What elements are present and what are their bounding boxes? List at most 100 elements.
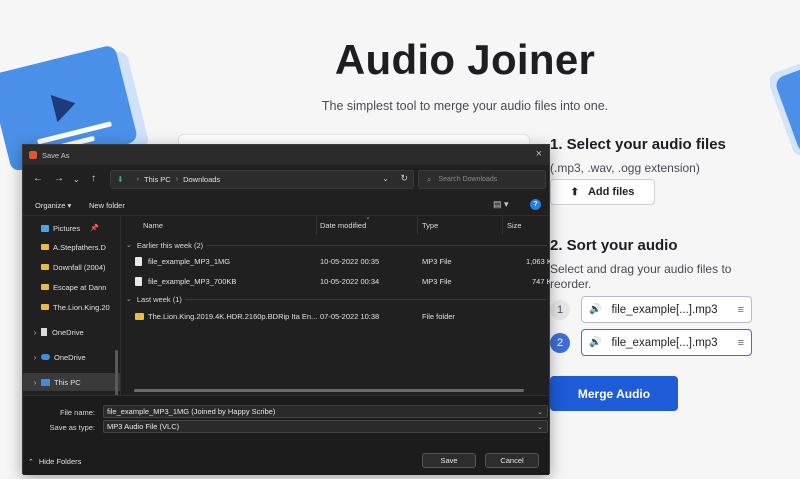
drag-handle-icon[interactable]: ≡ [738, 304, 744, 316]
file-name: The.Lion.King.2019.4K.HDR.2160p.BDRip It… [148, 312, 318, 321]
recent-chevron-icon[interactable]: ⌄ [73, 175, 80, 184]
chevron-right-icon[interactable]: › [29, 328, 41, 337]
upload-icon: ⬆ [570, 186, 579, 198]
file-list: Name ⌄ Date modified Type Size ⌄ Earlier… [122, 216, 551, 395]
sidebar-scrollbar[interactable] [115, 350, 118, 395]
file-name-field[interactable]: file_example_MP3_1MG (Joined by Happy Sc… [103, 405, 548, 418]
forward-arrow-icon[interactable]: → [54, 173, 64, 184]
chevron-up-icon: ⌃ [28, 458, 34, 466]
group-header[interactable]: ⌄ Earlier this week (2) [126, 238, 203, 252]
sidebar-item-label: The.Lion.King.20 [53, 302, 110, 312]
sidebar-item-label: Pictures [53, 223, 81, 233]
breadcrumb-downloads[interactable]: Downloads [183, 175, 220, 184]
folder-icon [41, 284, 49, 290]
breadcrumb-this-pc[interactable]: This PC [144, 175, 171, 184]
save-button[interactable]: Save [422, 453, 476, 468]
sidebar-item-folder[interactable]: Escape at Dann [23, 278, 120, 296]
column-header-name[interactable]: Name [143, 216, 163, 235]
cloud-icon [41, 354, 50, 360]
sidebar-item-label: Downfall (2004) [53, 262, 106, 272]
help-icon[interactable]: ? [530, 199, 541, 210]
picture-icon [41, 224, 49, 232]
cancel-button[interactable]: Cancel [485, 453, 539, 468]
view-options-icon[interactable]: ▤ ▾ [493, 199, 509, 210]
save-type-value: MP3 Audio File (VLC) [107, 422, 180, 431]
dialog-footer: File name: file_example_MP3_1MG (Joined … [23, 395, 549, 475]
close-icon[interactable]: × [536, 148, 542, 160]
order-badge: 2 [550, 332, 570, 353]
drag-handle-icon[interactable]: ≡ [738, 337, 744, 349]
sidebar-item-onedrive[interactable]: › OneDrive [23, 323, 120, 341]
audio-file-chip[interactable]: 🔊 file_example[...].mp3 ≡ [581, 329, 752, 356]
file-date: 07-05-2022 10:38 [320, 312, 380, 321]
organize-button[interactable]: Organize ▾ [35, 201, 71, 210]
up-arrow-icon[interactable]: ↑ [91, 173, 96, 184]
navigation-pane: Pictures 📌 A.Stepfathers.D Downfall (200… [23, 216, 121, 395]
dialog-toolbar: Organize ▾ New folder ▤ ▾ ? [23, 196, 549, 216]
order-badge: 1 [550, 299, 570, 320]
browser-icon [29, 151, 37, 159]
audio-file-name: file_example[...].mp3 [611, 303, 718, 316]
sidebar-item-label: OneDrive [54, 352, 86, 362]
save-type-select[interactable]: MP3 Audio File (VLC) ⌄ [103, 420, 548, 433]
file-row[interactable]: file_example_MP3_1MG 10-05-2022 00:35 MP… [122, 253, 551, 271]
dialog-title: Save As [42, 150, 70, 160]
sort-item[interactable]: 1 🔊 file_example[...].mp3 ≡ [550, 296, 752, 323]
group-label: Last week (1) [136, 294, 182, 304]
chevron-down-icon[interactable]: ⌄ [537, 408, 543, 416]
chevron-right-icon[interactable]: › [29, 378, 41, 387]
column-header-date[interactable]: Date modified [320, 216, 366, 235]
document-icon [41, 328, 47, 336]
file-date: 10-05-2022 00:34 [320, 277, 380, 286]
file-row[interactable]: file_example_MP3_700KB 10-05-2022 00:34 … [122, 273, 551, 291]
folder-icon [41, 244, 49, 250]
group-header[interactable]: ⌄ Last week (1) [126, 292, 182, 306]
column-header-type[interactable]: Type [422, 216, 438, 235]
audio-file-icon [135, 257, 142, 266]
chevron-right-icon[interactable]: › [29, 353, 41, 362]
file-type: MP3 File [422, 257, 452, 266]
chevron-down-icon[interactable]: ⌄ [382, 174, 389, 183]
chevron-down-icon[interactable]: ⌄ [537, 423, 543, 431]
speaker-icon: 🔊 [589, 304, 602, 315]
back-arrow-icon[interactable]: ← [33, 173, 43, 184]
merge-audio-button[interactable]: Merge Audio [550, 376, 678, 411]
horizontal-scrollbar[interactable] [134, 389, 524, 392]
sidebar-item-label: Escape at Dann [53, 282, 107, 292]
sidebar-item-label: This PC [54, 377, 81, 387]
page-subtitle: The simplest tool to merge your audio fi… [321, 99, 609, 113]
computer-icon [41, 378, 50, 386]
file-type: File folder [422, 312, 455, 321]
audio-file-icon [135, 277, 142, 286]
add-files-label: Add files [587, 186, 635, 198]
pin-icon: 📌 [90, 225, 99, 232]
refresh-icon[interactable]: ↻ [400, 173, 408, 184]
add-files-button[interactable]: ⬆ Add files [550, 179, 655, 205]
dialog-titlebar: Save As × [23, 145, 549, 165]
audio-file-name: file_example[...].mp3 [611, 336, 718, 349]
new-folder-button[interactable]: New folder [89, 201, 125, 210]
folder-icon [41, 264, 49, 270]
file-size: 747 KB [532, 277, 551, 286]
column-header-size[interactable]: Size [507, 216, 522, 235]
hide-folders-toggle[interactable]: ⌃ Hide Folders [28, 457, 81, 466]
breadcrumb-chevron-icon: › [136, 176, 140, 183]
address-bar[interactable]: ⬇ › This PC › Downloads ⌄ ↻ [110, 170, 414, 189]
group-label: Earlier this week (2) [136, 240, 204, 250]
page-title: Audio Joiner [334, 36, 596, 83]
file-row[interactable]: The.Lion.King.2019.4K.HDR.2160p.BDRip It… [122, 308, 551, 326]
sidebar-item-folder[interactable]: Downfall (2004) [23, 258, 120, 276]
audio-file-chip[interactable]: 🔊 file_example[...].mp3 ≡ [581, 296, 752, 323]
file-name: file_example_MP3_1MG [148, 257, 231, 266]
sort-item[interactable]: 2 🔊 file_example[...].mp3 ≡ [550, 329, 752, 356]
search-input[interactable]: ⌕ Search Downloads [418, 170, 546, 189]
sidebar-item-this-pc[interactable]: › This PC [23, 373, 120, 391]
sidebar-item-folder[interactable]: The.Lion.King.20 [23, 298, 120, 316]
hide-folders-label: Hide Folders [38, 457, 82, 466]
sidebar-item-onedrive-cloud[interactable]: › OneDrive [23, 348, 120, 366]
file-name-label: File name: [59, 408, 95, 417]
chevron-down-icon: ⌄ [126, 242, 132, 249]
breadcrumb-chevron-icon: › [175, 176, 179, 183]
sidebar-item-pictures[interactable]: Pictures 📌 [23, 219, 120, 237]
sidebar-item-folder[interactable]: A.Stepfathers.D [23, 238, 120, 256]
